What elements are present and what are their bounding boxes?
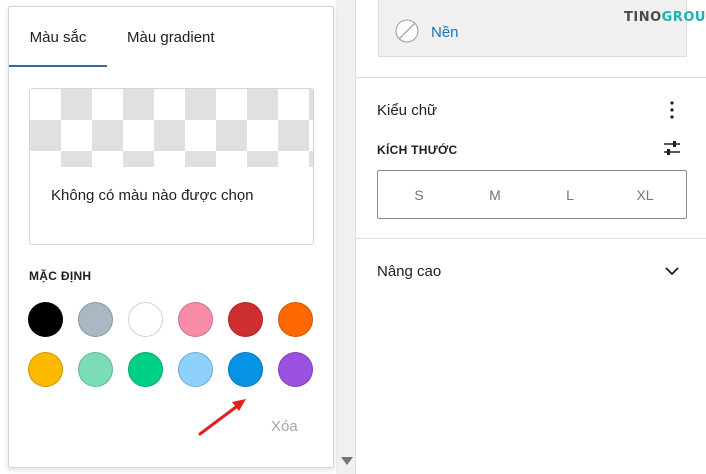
color-swatch[interactable] [128, 352, 163, 387]
transparent-checkerboard [30, 89, 313, 167]
divider [356, 238, 706, 239]
size-option-s[interactable]: S [384, 171, 454, 218]
color-swatch[interactable] [228, 352, 263, 387]
scroll-down-icon[interactable] [341, 457, 353, 465]
scroll-strip [336, 0, 356, 474]
palette-section-label: MẶC ĐỊNH [29, 269, 92, 283]
color-swatch[interactable] [178, 302, 213, 337]
color-swatch[interactable] [278, 302, 313, 337]
color-swatch[interactable] [78, 302, 113, 337]
color-swatch[interactable] [28, 302, 63, 337]
font-size-picker: S M L XL [377, 170, 687, 219]
color-preview: Không có màu nào được chọn [29, 88, 314, 245]
size-option-m[interactable]: M [460, 171, 530, 218]
settings-sidebar: Nền TINOGROUP Kiểu chữ KÍCH THƯỚC S M L … [356, 0, 706, 474]
background-label[interactable]: Nền [431, 24, 459, 41]
color-swatch[interactable] [228, 302, 263, 337]
annotation-arrow-icon [198, 399, 246, 436]
color-tabs: Màu sắc Màu gradient [9, 7, 333, 67]
no-color-icon [395, 19, 419, 43]
settings-sliders-icon[interactable] [660, 136, 684, 160]
tinogroup-logo: TINOGROUP [624, 10, 706, 25]
tab-solid-color[interactable]: Màu sắc [9, 7, 107, 67]
background-color-control[interactable]: Nền TINOGROUP [378, 0, 706, 57]
advanced-panel-title[interactable]: Nâng cao [377, 263, 441, 280]
divider [356, 77, 706, 78]
color-popover: Màu sắc Màu gradient Không có màu nào đư… [8, 6, 334, 468]
chevron-down-icon[interactable] [660, 259, 684, 283]
color-swatch[interactable] [78, 352, 113, 387]
clear-button[interactable]: Xóa [271, 418, 298, 435]
font-size-label: KÍCH THƯỚC [377, 143, 458, 157]
color-swatch[interactable] [128, 302, 163, 337]
typography-title: Kiểu chữ [377, 102, 438, 119]
color-swatch[interactable] [28, 352, 63, 387]
color-swatch[interactable] [178, 352, 213, 387]
color-swatch[interactable] [278, 352, 313, 387]
more-vertical-icon[interactable] [660, 98, 684, 122]
tab-gradient[interactable]: Màu gradient [127, 7, 215, 67]
size-option-l[interactable]: L [535, 171, 605, 218]
no-color-selected-text: Không có màu nào được chọn [51, 187, 254, 204]
size-option-xl[interactable]: XL [610, 171, 680, 218]
